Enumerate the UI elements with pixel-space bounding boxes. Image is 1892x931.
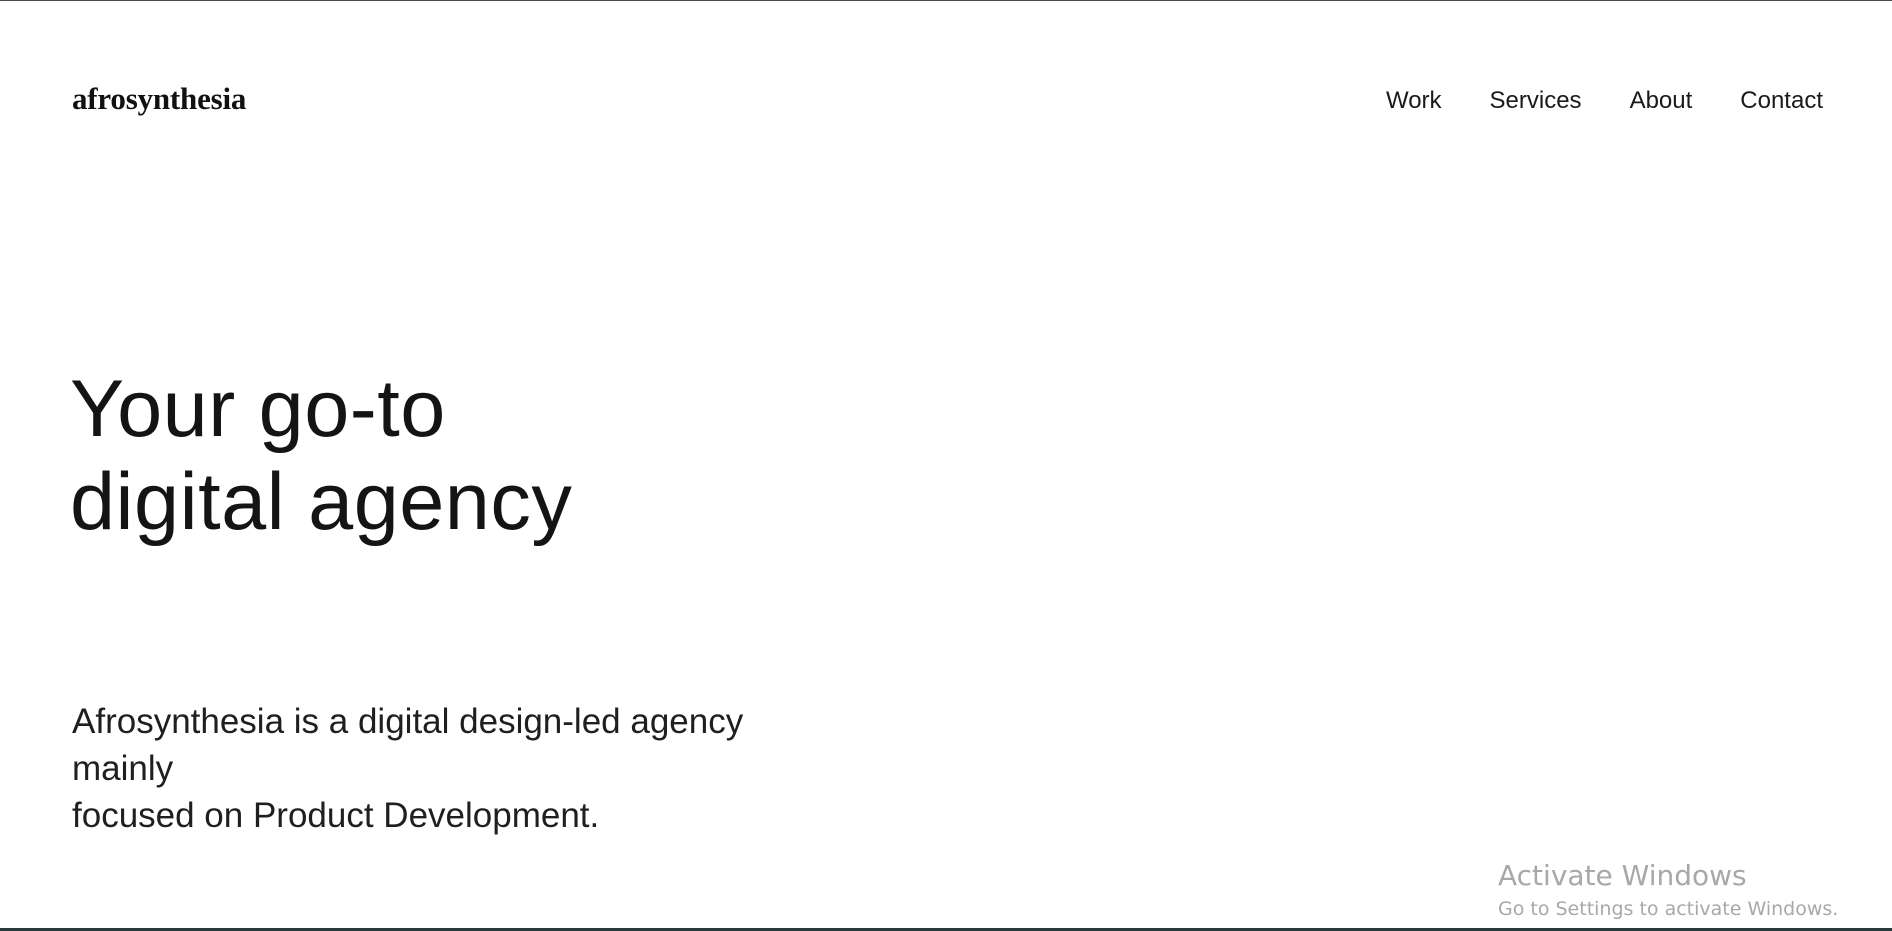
- nav-link-about[interactable]: About: [1630, 87, 1693, 115]
- nav-link-contact[interactable]: Contact: [1740, 87, 1823, 115]
- hero-heading-line-1: Your go-to: [70, 364, 446, 454]
- main-nav: Work Services About Contact: [1338, 87, 1823, 115]
- intro-paragraph: Afrosynthesia is a digital design-led ag…: [72, 698, 852, 839]
- intro-line-1: Afrosynthesia is a digital design-led ag…: [72, 702, 744, 741]
- hero-heading-line-2: digital agency: [70, 457, 573, 547]
- nav-link-work[interactable]: Work: [1386, 87, 1442, 115]
- intro-line-3: focused on Product Development.: [72, 796, 600, 835]
- watermark-subtitle: Go to Settings to activate Windows.: [1498, 898, 1839, 920]
- watermark-title: Activate Windows: [1498, 859, 1747, 892]
- intro-line-2: mainly: [72, 749, 174, 788]
- windows-activation-watermark: Activate Windows Go to Settings to activ…: [1498, 859, 1838, 923]
- hero-heading: Your go-to digital agency: [70, 363, 572, 549]
- nav-link-services[interactable]: Services: [1490, 87, 1582, 115]
- page: afrosynthesia Work Services About Contac…: [0, 0, 1892, 931]
- brand-logo[interactable]: afrosynthesia: [72, 81, 246, 117]
